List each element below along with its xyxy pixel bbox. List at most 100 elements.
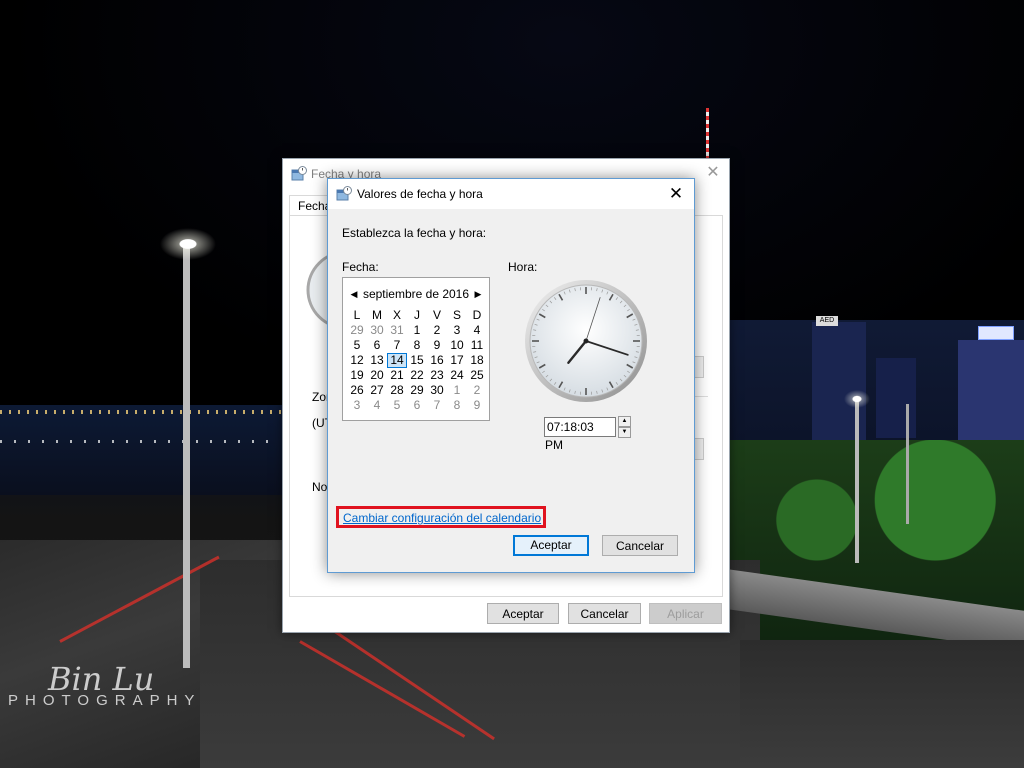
calendar-day[interactable]: 29	[407, 383, 427, 398]
chevron-left-icon[interactable]: ◀	[349, 287, 359, 301]
calendar-day[interactable]: 2	[427, 323, 447, 338]
watermark-text: PHOTOGRAPHY	[8, 692, 202, 709]
time-spinner: ▲ ▼	[618, 416, 631, 438]
calendar-header: ◀ septiembre de 2016 ▶	[343, 286, 489, 302]
city-skyline-left	[0, 405, 300, 495]
calendar-day[interactable]: 15	[407, 353, 427, 368]
calendar-day[interactable]: 3	[347, 398, 367, 413]
calendar-day[interactable]: 5	[347, 338, 367, 353]
calendar-day[interactable]: 8	[447, 398, 467, 413]
highlight-box: Cambiar configuración del calendario	[336, 506, 546, 528]
calendar-day[interactable]: 4	[367, 398, 387, 413]
time-label: Hora:	[508, 260, 538, 274]
calendar-month-label[interactable]: septiembre de 2016	[359, 287, 473, 301]
spin-up-icon[interactable]: ▲	[618, 416, 631, 427]
calendar-weekday-row: LMXJVSD	[347, 308, 487, 323]
instruction-text: Establezca la fecha y hora:	[342, 226, 487, 240]
calendar-day[interactable]: 2	[467, 383, 487, 398]
building-sign: AED	[816, 316, 838, 326]
calendar-day[interactable]: 1	[447, 383, 467, 398]
radio-antenna	[706, 108, 709, 160]
calendar-day[interactable]: 23	[427, 368, 447, 383]
calendar-day[interactable]: 22	[407, 368, 427, 383]
calendar-day-selected[interactable]: 14	[387, 353, 407, 368]
cancel-button[interactable]: Cancelar	[602, 535, 678, 556]
weekday-header: M	[372, 308, 382, 322]
calendar-day[interactable]: 6	[367, 338, 387, 353]
calendar-day[interactable]: 7	[387, 338, 407, 353]
parent-ok-button[interactable]: Aceptar	[487, 603, 559, 624]
calendar-day[interactable]: 25	[467, 368, 487, 383]
weekday-header: X	[392, 308, 401, 322]
parent-cancel-button[interactable]: Cancelar	[568, 603, 641, 624]
building-sign-lit	[978, 326, 1014, 340]
calendar-grid: L M X J V S D 29 30 31 1 2 3 4 5 6 7 8 9 10 11 12 13 14 15 16 17 18…	[347, 308, 487, 413]
calendar-week-row: 29 30 31 1 2 3 4	[347, 323, 487, 338]
date-time-settings-dialog: Valores de fecha y hora ✕ Establezca la …	[327, 178, 695, 573]
calendar-week-row: 12 13 14 15 16 17 18	[347, 353, 487, 368]
street-lamp-pole	[183, 248, 190, 668]
calendar-day[interactable]: 9	[427, 338, 447, 353]
street-lamp-pole	[906, 404, 909, 524]
month-calendar: ◀ septiembre de 2016 ▶ L M X J V S D 29 30 31 1 2 3 4…	[342, 277, 490, 421]
calendar-day[interactable]: 17	[447, 353, 467, 368]
calendar-day[interactable]: 8	[407, 338, 427, 353]
calendar-day[interactable]: 29	[347, 323, 367, 338]
calendar-day[interactable]: 30	[427, 383, 447, 398]
spin-down-icon[interactable]: ▼	[618, 427, 631, 438]
calendar-week-row: 3456789	[347, 398, 487, 413]
calendar-day[interactable]: 16	[427, 353, 447, 368]
calendar-day[interactable]: 5	[387, 398, 407, 413]
dialog-title: Valores de fecha y hora	[357, 187, 483, 201]
building	[876, 358, 916, 438]
time-input[interactable]: 07:18:03 PM	[544, 417, 616, 452]
calendar-day[interactable]: 24	[447, 368, 467, 383]
date-time-icon	[291, 166, 307, 185]
analog-clock	[525, 280, 647, 402]
calendar-day[interactable]: 31	[387, 323, 407, 338]
weekday-header: V	[432, 308, 441, 322]
date-label: Fecha:	[342, 260, 379, 274]
ok-button[interactable]: Aceptar	[513, 535, 589, 556]
weekday-header: D	[472, 308, 482, 322]
calendar-day[interactable]: 30	[367, 323, 387, 338]
calendar-day[interactable]: 12	[347, 353, 367, 368]
calendar-day[interactable]: 20	[367, 368, 387, 383]
change-calendar-settings-link[interactable]: Cambiar configuración del calendario	[343, 511, 541, 525]
close-icon[interactable]: ✕	[703, 163, 723, 183]
calendar-day[interactable]: 4	[467, 323, 487, 338]
weekday-header: S	[452, 308, 461, 322]
weekday-header: J	[414, 308, 420, 322]
city-lights	[0, 410, 290, 414]
calendar-day[interactable]: 27	[367, 383, 387, 398]
chevron-right-icon[interactable]: ▶	[473, 287, 483, 301]
calendar-week-row: 5 6 7 8 9 10 11	[347, 338, 487, 353]
notification-label: No	[312, 480, 328, 494]
street-lamp-pole	[855, 398, 859, 563]
calendar-day[interactable]: 11	[467, 338, 487, 353]
calendar-day[interactable]: 3	[447, 323, 467, 338]
calendar-day[interactable]: 6	[407, 398, 427, 413]
calendar-day[interactable]: 28	[387, 383, 407, 398]
calendar-day[interactable]: 26	[347, 383, 367, 398]
photographer-watermark: Bin Lu PHOTOGRAPHY	[8, 660, 201, 709]
city-lights-lower	[0, 440, 280, 443]
calendar-day[interactable]: 1	[407, 323, 427, 338]
weekday-header: L	[353, 308, 361, 322]
calendar-week-row: 19 20 21 22 23 24 25	[347, 368, 487, 383]
calendar-day[interactable]: 10	[447, 338, 467, 353]
highway-right	[740, 640, 1024, 768]
calendar-day[interactable]: 13	[367, 353, 387, 368]
close-icon[interactable]: ✕	[664, 183, 688, 205]
dialog-titlebar[interactable]: Valores de fecha y hora ✕	[328, 179, 694, 209]
calendar-day[interactable]: 9	[467, 398, 487, 413]
calendar-week-row: 26 27 28 29 30 1 2	[347, 383, 487, 398]
street-lamp-light	[160, 228, 216, 260]
building	[958, 340, 1024, 440]
calendar-day[interactable]: 19	[347, 368, 367, 383]
calendar-day[interactable]: 21	[387, 368, 407, 383]
calendar-day[interactable]: 18	[467, 353, 487, 368]
street-lamp-light	[844, 390, 870, 408]
calendar-day[interactable]: 7	[427, 398, 447, 413]
parent-apply-button[interactable]: Aplicar	[649, 603, 722, 624]
